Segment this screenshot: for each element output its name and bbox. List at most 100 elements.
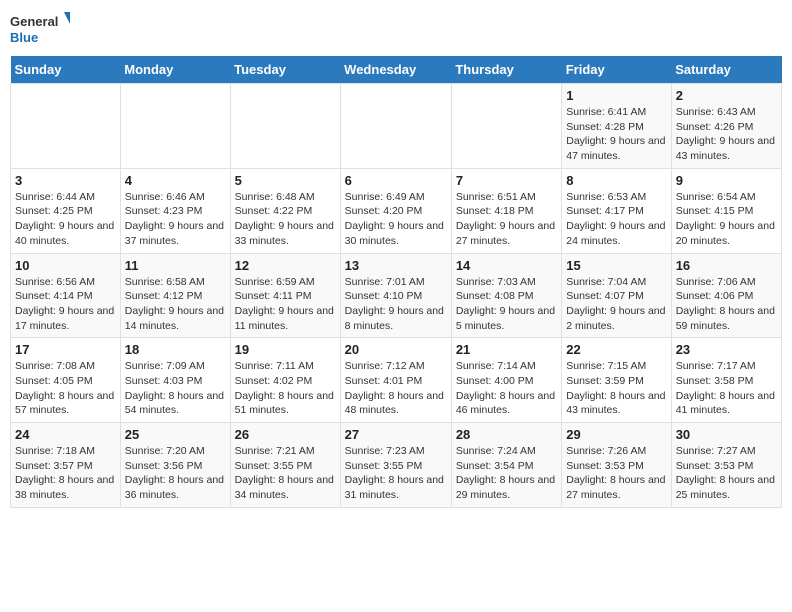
logo-svg: General Blue <box>10 10 70 50</box>
day-number: 18 <box>125 342 226 357</box>
calendar-cell: 6 Sunrise: 6:49 AM Sunset: 4:20 PM Daylig… <box>340 168 451 253</box>
day-info: Sunrise: 7:18 AM Sunset: 3:57 PM Dayligh… <box>15 444 116 503</box>
day-info: Sunrise: 7:26 AM Sunset: 3:53 PM Dayligh… <box>566 444 666 503</box>
day-number: 14 <box>456 258 557 273</box>
weekday-header-row: SundayMondayTuesdayWednesdayThursdayFrid… <box>11 56 782 84</box>
calendar-cell: 28 Sunrise: 7:24 AM Sunset: 3:54 PM Dayli… <box>451 423 561 508</box>
weekday-header: Saturday <box>671 56 781 84</box>
calendar-cell <box>451 84 561 169</box>
calendar-cell: 15 Sunrise: 7:04 AM Sunset: 4:07 PM Dayli… <box>562 253 671 338</box>
weekday-header: Tuesday <box>230 56 340 84</box>
day-info: Sunrise: 6:44 AM Sunset: 4:25 PM Dayligh… <box>15 190 116 249</box>
day-info: Sunrise: 6:43 AM Sunset: 4:26 PM Dayligh… <box>676 105 777 164</box>
weekday-header: Thursday <box>451 56 561 84</box>
calendar-cell: 5 Sunrise: 6:48 AM Sunset: 4:22 PM Daylig… <box>230 168 340 253</box>
day-number: 2 <box>676 88 777 103</box>
day-number: 4 <box>125 173 226 188</box>
day-number: 26 <box>235 427 336 442</box>
day-number: 16 <box>676 258 777 273</box>
day-info: Sunrise: 6:49 AM Sunset: 4:20 PM Dayligh… <box>345 190 447 249</box>
day-number: 15 <box>566 258 666 273</box>
calendar-week-row: 17 Sunrise: 7:08 AM Sunset: 4:05 PM Dayli… <box>11 338 782 423</box>
calendar-week-row: 1 Sunrise: 6:41 AM Sunset: 4:28 PM Daylig… <box>11 84 782 169</box>
day-number: 27 <box>345 427 447 442</box>
svg-text:General: General <box>10 14 58 29</box>
day-number: 17 <box>15 342 116 357</box>
day-number: 25 <box>125 427 226 442</box>
day-info: Sunrise: 7:03 AM Sunset: 4:08 PM Dayligh… <box>456 275 557 334</box>
logo: General Blue <box>10 10 70 50</box>
calendar-cell: 24 Sunrise: 7:18 AM Sunset: 3:57 PM Dayli… <box>11 423 121 508</box>
day-number: 7 <box>456 173 557 188</box>
weekday-header: Friday <box>562 56 671 84</box>
day-info: Sunrise: 6:58 AM Sunset: 4:12 PM Dayligh… <box>125 275 226 334</box>
calendar-week-row: 10Sunrise: 6:56 AM Sunset: 4:14 PM Dayli… <box>11 253 782 338</box>
day-info: Sunrise: 7:24 AM Sunset: 3:54 PM Dayligh… <box>456 444 557 503</box>
day-number: 6 <box>345 173 447 188</box>
day-info: Sunrise: 7:21 AM Sunset: 3:55 PM Dayligh… <box>235 444 336 503</box>
weekday-header: Sunday <box>11 56 121 84</box>
day-number: 29 <box>566 427 666 442</box>
day-number: 24 <box>15 427 116 442</box>
day-number: 23 <box>676 342 777 357</box>
day-info: Sunrise: 7:27 AM Sunset: 3:53 PM Dayligh… <box>676 444 777 503</box>
weekday-header: Wednesday <box>340 56 451 84</box>
calendar-cell: 27 Sunrise: 7:23 AM Sunset: 3:55 PM Dayli… <box>340 423 451 508</box>
page-header: General Blue <box>10 10 782 50</box>
day-number: 10 <box>15 258 116 273</box>
day-info: Sunrise: 7:08 AM Sunset: 4:05 PM Dayligh… <box>15 359 116 418</box>
day-number: 22 <box>566 342 666 357</box>
day-number: 3 <box>15 173 116 188</box>
day-info: Sunrise: 6:54 AM Sunset: 4:15 PM Dayligh… <box>676 190 777 249</box>
calendar-cell: 8 Sunrise: 6:53 AM Sunset: 4:17 PM Daylig… <box>562 168 671 253</box>
day-info: Sunrise: 6:41 AM Sunset: 4:28 PM Dayligh… <box>566 105 666 164</box>
calendar-cell: 23 Sunrise: 7:17 AM Sunset: 3:58 PM Dayli… <box>671 338 781 423</box>
weekday-header: Monday <box>120 56 230 84</box>
calendar-week-row: 3 Sunrise: 6:44 AM Sunset: 4:25 PM Daylig… <box>11 168 782 253</box>
day-number: 1 <box>566 88 666 103</box>
day-info: Sunrise: 6:53 AM Sunset: 4:17 PM Dayligh… <box>566 190 666 249</box>
day-number: 5 <box>235 173 336 188</box>
day-info: Sunrise: 6:59 AM Sunset: 4:11 PM Dayligh… <box>235 275 336 334</box>
day-info: Sunrise: 7:14 AM Sunset: 4:00 PM Dayligh… <box>456 359 557 418</box>
calendar-cell: 2 Sunrise: 6:43 AM Sunset: 4:26 PM Daylig… <box>671 84 781 169</box>
day-info: Sunrise: 7:11 AM Sunset: 4:02 PM Dayligh… <box>235 359 336 418</box>
calendar-cell: 17 Sunrise: 7:08 AM Sunset: 4:05 PM Dayli… <box>11 338 121 423</box>
day-number: 11 <box>125 258 226 273</box>
calendar-cell: 14 Sunrise: 7:03 AM Sunset: 4:08 PM Dayli… <box>451 253 561 338</box>
calendar-cell: 1 Sunrise: 6:41 AM Sunset: 4:28 PM Daylig… <box>562 84 671 169</box>
day-info: Sunrise: 7:04 AM Sunset: 4:07 PM Dayligh… <box>566 275 666 334</box>
calendar-cell <box>11 84 121 169</box>
day-info: Sunrise: 7:15 AM Sunset: 3:59 PM Dayligh… <box>566 359 666 418</box>
day-info: Sunrise: 7:23 AM Sunset: 3:55 PM Dayligh… <box>345 444 447 503</box>
day-info: Sunrise: 7:06 AM Sunset: 4:06 PM Dayligh… <box>676 275 777 334</box>
day-info: Sunrise: 7:12 AM Sunset: 4:01 PM Dayligh… <box>345 359 447 418</box>
day-number: 8 <box>566 173 666 188</box>
calendar-cell: 25 Sunrise: 7:20 AM Sunset: 3:56 PM Dayli… <box>120 423 230 508</box>
calendar-cell: 7Sunrise: 6:51 AM Sunset: 4:18 PM Daylig… <box>451 168 561 253</box>
calendar-cell: 10Sunrise: 6:56 AM Sunset: 4:14 PM Dayli… <box>11 253 121 338</box>
calendar-cell: 22 Sunrise: 7:15 AM Sunset: 3:59 PM Dayli… <box>562 338 671 423</box>
calendar-cell <box>340 84 451 169</box>
day-number: 20 <box>345 342 447 357</box>
day-number: 13 <box>345 258 447 273</box>
day-number: 9 <box>676 173 777 188</box>
calendar-cell: 30Sunrise: 7:27 AM Sunset: 3:53 PM Dayli… <box>671 423 781 508</box>
day-number: 12 <box>235 258 336 273</box>
day-info: Sunrise: 6:48 AM Sunset: 4:22 PM Dayligh… <box>235 190 336 249</box>
calendar-cell: 16 Sunrise: 7:06 AM Sunset: 4:06 PM Dayli… <box>671 253 781 338</box>
calendar-cell: 9 Sunrise: 6:54 AM Sunset: 4:15 PM Daylig… <box>671 168 781 253</box>
day-info: Sunrise: 7:20 AM Sunset: 3:56 PM Dayligh… <box>125 444 226 503</box>
calendar-cell: 20 Sunrise: 7:12 AM Sunset: 4:01 PM Dayli… <box>340 338 451 423</box>
calendar-cell: 19 Sunrise: 7:11 AM Sunset: 4:02 PM Dayli… <box>230 338 340 423</box>
calendar-cell: 3 Sunrise: 6:44 AM Sunset: 4:25 PM Daylig… <box>11 168 121 253</box>
day-number: 19 <box>235 342 336 357</box>
day-info: Sunrise: 7:17 AM Sunset: 3:58 PM Dayligh… <box>676 359 777 418</box>
day-number: 28 <box>456 427 557 442</box>
day-info: Sunrise: 7:09 AM Sunset: 4:03 PM Dayligh… <box>125 359 226 418</box>
day-info: Sunrise: 7:01 AM Sunset: 4:10 PM Dayligh… <box>345 275 447 334</box>
calendar-cell: 26 Sunrise: 7:21 AM Sunset: 3:55 PM Dayli… <box>230 423 340 508</box>
svg-text:Blue: Blue <box>10 30 38 45</box>
calendar-cell: 12 Sunrise: 6:59 AM Sunset: 4:11 PM Dayli… <box>230 253 340 338</box>
calendar-cell: 18 Sunrise: 7:09 AM Sunset: 4:03 PM Dayli… <box>120 338 230 423</box>
